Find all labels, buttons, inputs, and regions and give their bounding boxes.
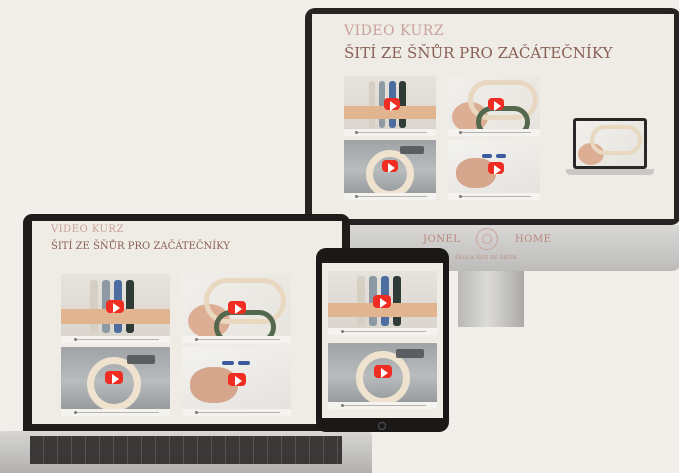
play-icon[interactable]: [488, 162, 504, 176]
play-icon[interactable]: [374, 365, 392, 379]
laptop-screen: VIDEO KURZ ŠITÍ ZE ŠŇŮR PRO ZAČÁTEČNÍKY: [32, 221, 342, 424]
play-icon[interactable]: [373, 295, 391, 309]
monitor-screen: VIDEO KURZ ŠITÍ ZE ŠŇŮR PRO ZAČÁTEČNÍKY: [312, 14, 674, 219]
video-controls[interactable]: [61, 336, 170, 343]
monitor-kicker: VIDEO KURZ: [344, 23, 445, 39]
monitor-stand: [458, 271, 524, 327]
video-thumbnail-3[interactable]: [61, 347, 170, 416]
video-thumbnail-1[interactable]: [61, 274, 170, 343]
monitor-page-title: ŠITÍ ZE ŠŇŮR PRO ZAČÁTEČNÍKY: [344, 44, 613, 62]
video-thumbnail-3[interactable]: [328, 343, 437, 409]
play-icon[interactable]: [228, 301, 246, 315]
tablet-home-button[interactable]: [378, 422, 386, 430]
play-icon[interactable]: [382, 160, 398, 174]
video-controls[interactable]: [344, 129, 436, 136]
laptop-page-title: ŠITÍ ZE ŠŇŮR PRO ZAČÁTEČNÍKY: [51, 241, 231, 252]
video-thumbnail-4[interactable]: [182, 347, 291, 416]
laptop-kicker: VIDEO KURZ: [51, 224, 124, 235]
video-controls[interactable]: [182, 336, 291, 343]
play-icon[interactable]: [488, 98, 504, 112]
laptop-keyboard: [30, 436, 342, 464]
video-thumbnail-3[interactable]: [344, 140, 436, 200]
video-controls[interactable]: [328, 328, 437, 335]
video-thumbnail-1[interactable]: [344, 76, 436, 136]
play-icon[interactable]: [228, 373, 246, 387]
video-thumbnail-1[interactable]: [328, 271, 437, 335]
mini-laptop-image: [573, 118, 647, 169]
video-thumbnail-4[interactable]: [448, 140, 540, 200]
video-controls[interactable]: [344, 193, 436, 200]
logo-icon: [476, 228, 498, 250]
nav-link-home[interactable]: HOME: [515, 234, 551, 245]
play-icon[interactable]: [105, 371, 123, 385]
video-controls[interactable]: [448, 193, 540, 200]
play-icon[interactable]: [106, 300, 124, 314]
footer-text: ŠKOLA ŠITÍ ZE ŠŇŮR: [455, 255, 517, 261]
play-icon[interactable]: [384, 98, 400, 112]
video-controls[interactable]: [61, 409, 170, 416]
video-controls[interactable]: [448, 129, 540, 136]
video-thumbnail-2[interactable]: [182, 274, 291, 343]
nav-link-jonel[interactable]: JONEL: [423, 234, 460, 245]
video-controls[interactable]: [328, 402, 437, 409]
mini-laptop-base: [566, 169, 654, 175]
video-thumbnail-2[interactable]: [448, 76, 540, 136]
tablet-screen: [322, 263, 443, 418]
video-controls[interactable]: [182, 409, 291, 416]
